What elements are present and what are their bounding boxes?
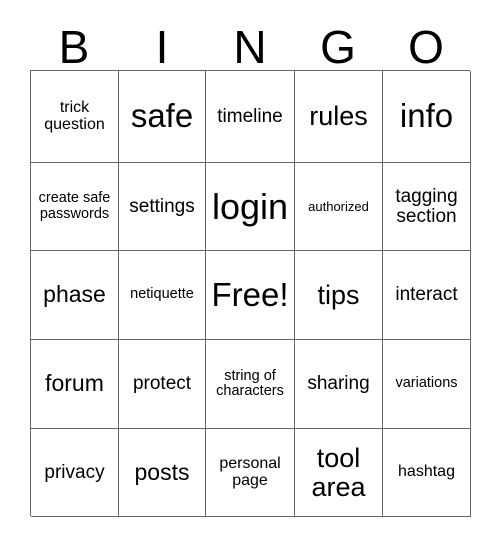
bingo-cell-i5[interactable]: posts	[119, 429, 206, 517]
bingo-cell-n2-label: login	[211, 185, 289, 227]
bingo-cell-g5[interactable]: tool area	[295, 429, 383, 517]
bingo-cell-g2-label: authorized	[308, 198, 369, 214]
bingo-cell-i5-label: posts	[134, 458, 190, 485]
header-letter-b-text: B	[58, 21, 90, 73]
bingo-cell-o4[interactable]: variations	[383, 340, 471, 429]
bingo-cell-i1[interactable]: safe	[119, 71, 206, 163]
bingo-cell-n4-label: string of characters	[216, 367, 284, 399]
bingo-header-row: B I N G O	[30, 14, 470, 70]
bingo-cell-b4-label: forum	[45, 370, 104, 397]
bingo-cell-n4[interactable]: string of characters	[206, 340, 295, 429]
header-letter-b: B	[30, 14, 118, 70]
bingo-cell-i2[interactable]: settings	[119, 163, 206, 251]
bingo-cell-b1[interactable]: trick question	[31, 71, 119, 163]
bingo-cell-g1[interactable]: rules	[295, 71, 383, 163]
bingo-cell-n1[interactable]: timeline	[206, 71, 295, 163]
bingo-cell-b2[interactable]: create safe passwords	[31, 163, 119, 251]
header-letter-n: N	[206, 14, 294, 70]
bingo-cell-n3-label: Free!	[211, 275, 289, 313]
bingo-cell-g2[interactable]: authorized	[295, 163, 383, 251]
header-letter-i-text: I	[155, 21, 169, 73]
bingo-cell-n2[interactable]: login	[206, 163, 295, 251]
header-letter-g: G	[294, 14, 382, 70]
bingo-cell-g5-label: tool area	[311, 443, 366, 502]
bingo-cell-o1-label: info	[399, 97, 454, 135]
bingo-cell-i1-label: safe	[130, 97, 194, 135]
bingo-cell-n1-label: timeline	[217, 105, 283, 127]
bingo-cell-b2-label: create safe passwords	[38, 190, 111, 222]
bingo-cell-i3[interactable]: netiquette	[119, 251, 206, 340]
bingo-cell-o3-label: interact	[395, 284, 458, 306]
bingo-cell-b1-label: trick question	[44, 98, 105, 133]
bingo-cell-g3-label: tips	[317, 279, 360, 310]
header-letter-o-text: O	[408, 21, 444, 73]
bingo-cell-o4-label: variations	[395, 375, 458, 392]
bingo-cell-n5[interactable]: personal page	[206, 429, 295, 517]
header-letter-g-text: G	[320, 21, 356, 73]
bingo-cell-g4[interactable]: sharing	[295, 340, 383, 429]
bingo-cell-o1[interactable]: info	[383, 71, 471, 163]
bingo-cell-n5-label: personal page	[219, 454, 281, 489]
bingo-cell-o3[interactable]: interact	[383, 251, 471, 340]
header-letter-i: I	[118, 14, 206, 70]
bingo-cell-g1-label: rules	[309, 101, 368, 132]
bingo-cell-b5[interactable]: privacy	[31, 429, 119, 517]
bingo-cell-i4[interactable]: protect	[119, 340, 206, 429]
header-letter-n-text: N	[233, 21, 267, 73]
bingo-cell-g4-label: sharing	[307, 373, 370, 395]
bingo-grid: trick question safe timeline rules info …	[30, 70, 471, 517]
bingo-cell-i4-label: protect	[132, 373, 192, 395]
bingo-cell-b3[interactable]: phase	[31, 251, 119, 340]
bingo-cell-i2-label: settings	[129, 195, 195, 217]
bingo-cell-o2-label: tagging section	[395, 185, 458, 227]
bingo-cell-b5-label: privacy	[44, 461, 105, 483]
bingo-cell-n3-free-space[interactable]: Free!	[206, 251, 295, 340]
bingo-cell-g3[interactable]: tips	[295, 251, 383, 340]
bingo-cell-o5-label: hashtag	[398, 463, 455, 481]
bingo-card: B I N G O trick question safe timeline r…	[0, 0, 500, 544]
header-letter-o: O	[382, 14, 470, 70]
bingo-cell-b3-label: phase	[43, 281, 106, 308]
bingo-cell-i3-label: netiquette	[130, 286, 194, 303]
bingo-cell-o5[interactable]: hashtag	[383, 429, 471, 517]
bingo-cell-o2[interactable]: tagging section	[383, 163, 471, 251]
bingo-cell-b4[interactable]: forum	[31, 340, 119, 429]
